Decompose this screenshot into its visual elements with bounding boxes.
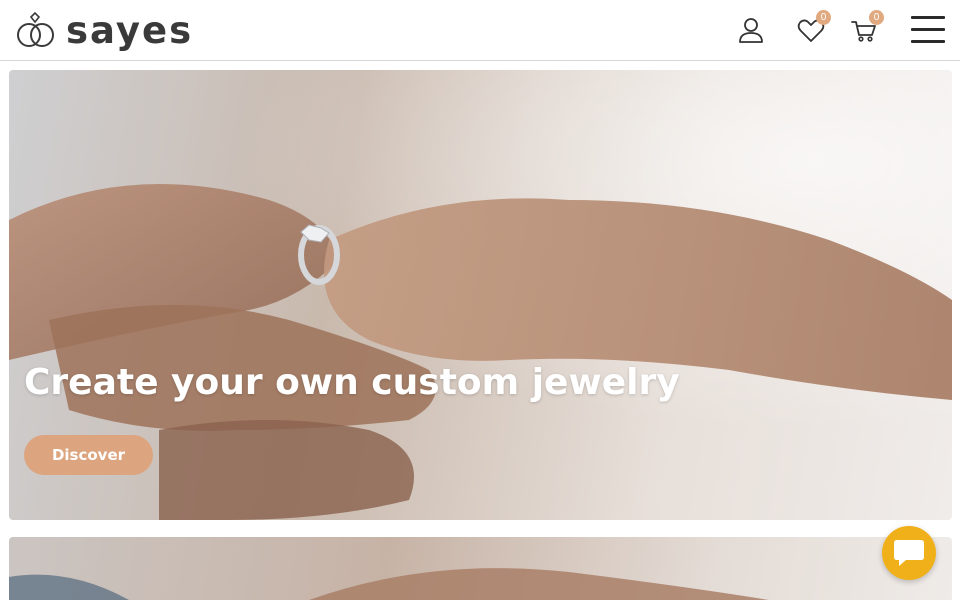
hero-title: Create your own custom jewelry xyxy=(24,362,680,403)
account-button[interactable] xyxy=(735,14,767,46)
user-icon xyxy=(739,18,763,43)
site-logo[interactable]: sayes xyxy=(16,8,193,52)
wishlist-button[interactable]: 0 xyxy=(795,10,831,46)
cart-button[interactable]: 0 xyxy=(848,10,884,46)
logo-text: sayes xyxy=(66,8,194,52)
rings-logo-icon xyxy=(17,11,54,47)
hero-banner: Create your own custom jewelry Discover xyxy=(9,70,952,520)
hamburger-menu-icon[interactable] xyxy=(911,16,945,44)
wishlist-count-badge: 0 xyxy=(816,10,831,25)
secondary-banner-photo xyxy=(9,568,769,600)
secondary-banner xyxy=(9,537,952,600)
chat-button[interactable] xyxy=(882,526,936,580)
discover-button[interactable]: Discover xyxy=(24,435,153,475)
chat-icon xyxy=(894,540,924,566)
site-header: sayes 0 0 xyxy=(0,0,960,61)
cart-count-badge: 0 xyxy=(869,10,884,25)
